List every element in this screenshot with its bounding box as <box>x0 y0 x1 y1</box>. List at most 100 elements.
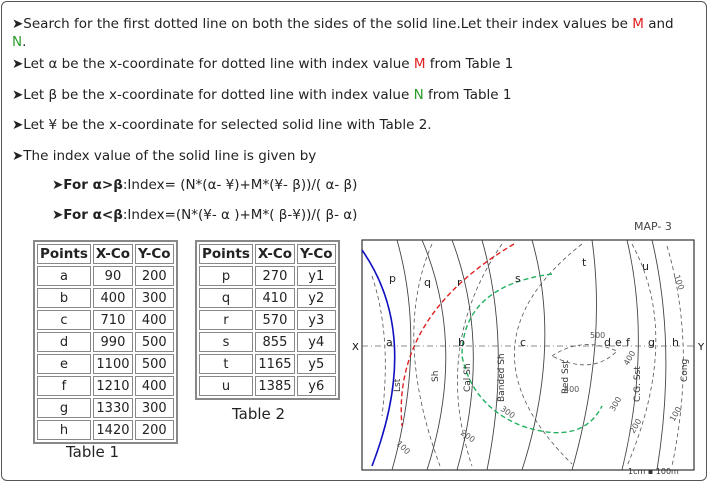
table-cell: 400 <box>135 376 174 396</box>
table-header: X-Co <box>254 244 295 264</box>
instruction-line-1: ➤Search for the first dotted line on bot… <box>12 15 674 33</box>
point-label-e: e <box>615 336 622 349</box>
point-label-p: p <box>389 272 396 285</box>
formula-label: ➤For α<β <box>52 207 123 223</box>
table-cell: 990 <box>92 332 133 352</box>
map-border <box>361 239 695 471</box>
point-label-g: g <box>648 336 655 349</box>
table-cell: b <box>37 288 91 308</box>
map-title: MAP- 3 <box>634 220 672 233</box>
axis-label-y: Y <box>697 342 705 353</box>
table-header: Y-Co <box>135 244 174 264</box>
table-cell: y2 <box>297 288 336 308</box>
formula-text: :Index=(N*(¥- α )+M*( β-¥))/( β- α) <box>122 207 358 223</box>
table-cell: a <box>37 266 91 286</box>
table-cell: p <box>199 266 253 286</box>
table-cell: 1420 <box>92 420 133 440</box>
formula-alpha-gt-beta: ➤For α>β:Index= (N*(α- ¥)+M*(¥- β))/( α-… <box>52 177 357 193</box>
rock-label-banded-sh: Banded Sh <box>497 353 507 402</box>
table-cell: e <box>37 354 91 374</box>
table-cell: 710 <box>92 310 133 330</box>
table-cell: y4 <box>297 332 336 352</box>
table-row: p 270 y1 <box>199 266 336 286</box>
table-cell: g <box>37 398 91 418</box>
table-cell: 200 <box>135 266 174 286</box>
instruction-text: ➤Let α be the x-coordinate for dotted li… <box>12 56 414 72</box>
instruction-text: ➤Search for the first dotted line on bot… <box>12 16 633 32</box>
table-cell: f <box>37 376 91 396</box>
index-m: M <box>413 56 426 72</box>
formula-text: :Index= (N*(α- ¥)+M*(¥- β))/( α- β) <box>122 177 358 193</box>
rock-label-lst: Lst <box>393 378 403 392</box>
table-cell: 90 <box>92 266 133 286</box>
point-label-u: u <box>642 260 649 273</box>
point-label-b: b <box>458 336 465 349</box>
table-cell: y6 <box>297 376 336 396</box>
table-cell: t <box>199 354 253 374</box>
rock-label-sh: Sh <box>431 371 441 382</box>
table-cell: 500 <box>135 332 174 352</box>
table-header: Points <box>199 244 253 264</box>
table-row: d 990 500 <box>37 332 174 352</box>
instruction-text: ➤Let β be the x-coordinate for dotted li… <box>12 87 414 103</box>
point-label-h: h <box>672 336 679 349</box>
table-cell: 410 <box>254 288 295 308</box>
instruction-text: . <box>22 34 27 50</box>
table-cell: 500 <box>135 354 174 374</box>
point-label-q: q <box>424 276 431 289</box>
instruction-line-5: ➤The index value of the solid line is gi… <box>12 148 317 164</box>
index-m: M <box>632 16 644 32</box>
slide-frame: ➤Search for the first dotted line on bot… <box>1 1 707 481</box>
table-cell: s <box>199 332 253 352</box>
geological-map: MAP- 3 X Y p q r s t u a b c d e f g h L… <box>352 220 705 476</box>
table-cell: 400 <box>92 288 133 308</box>
table-cell: 1100 <box>92 354 133 374</box>
index-n: N <box>413 87 424 103</box>
table-cell: 855 <box>254 332 295 352</box>
table-cell: 300 <box>135 398 174 418</box>
table-row: u 1385 y6 <box>199 376 336 396</box>
instruction-line-3: ➤Let β be the x-coordinate for dotted li… <box>12 86 511 104</box>
contour-value: 400 <box>564 385 579 394</box>
table-cell: 400 <box>135 310 174 330</box>
index-n: N <box>12 34 23 50</box>
table-row: e 1100 500 <box>37 354 174 374</box>
table-cell: h <box>37 420 91 440</box>
table-cell: 1210 <box>92 376 133 396</box>
table-cell: d <box>37 332 91 352</box>
instruction-line-2: ➤Let α be the x-coordinate for dotted li… <box>12 55 513 73</box>
table-cell: 300 <box>135 288 174 308</box>
table-header: Y-Co <box>297 244 336 264</box>
table-cell: q <box>199 288 253 308</box>
table-cell: y3 <box>297 310 336 330</box>
formula-label: ➤For α>β <box>52 177 123 193</box>
rock-label-cg-sst: C.G. Sst <box>633 366 643 402</box>
instruction-text: from Table 1 <box>425 56 514 72</box>
point-label-c: c <box>520 336 526 349</box>
table-header: X-Co <box>92 244 133 264</box>
table-header: Points <box>37 244 91 264</box>
table-1-caption: Table 1 <box>66 443 120 461</box>
instruction-text: from Table 1 <box>423 87 512 103</box>
table-row: g 1330 300 <box>37 398 174 418</box>
table-cell: c <box>37 310 91 330</box>
rock-label-cal-sh: Cal Sh <box>463 363 473 392</box>
table-cell: 1330 <box>92 398 133 418</box>
axis-label-x: X <box>352 342 359 353</box>
table-row: s 855 y4 <box>199 332 336 352</box>
point-label-t: t <box>582 256 587 269</box>
point-label-s: s <box>515 272 521 285</box>
table-cell: 1165 <box>254 354 295 374</box>
table-row: r 570 y3 <box>199 310 336 330</box>
point-label-a: a <box>386 336 393 349</box>
table-row: t 1165 y5 <box>199 354 336 374</box>
table-1: Points X-Co Y-Co a 90 200 b 400 300 c 710 400 … <box>33 240 178 444</box>
table-cell: 270 <box>254 266 295 286</box>
table-cell: 200 <box>135 420 174 440</box>
table-cell: u <box>199 376 253 396</box>
table-cell: 570 <box>254 310 295 330</box>
table-row: q 410 y2 <box>199 288 336 308</box>
table-cell: r <box>199 310 253 330</box>
map-scale: 1cm ▪ 100m <box>628 467 679 476</box>
table-row: a 90 200 <box>37 266 174 286</box>
